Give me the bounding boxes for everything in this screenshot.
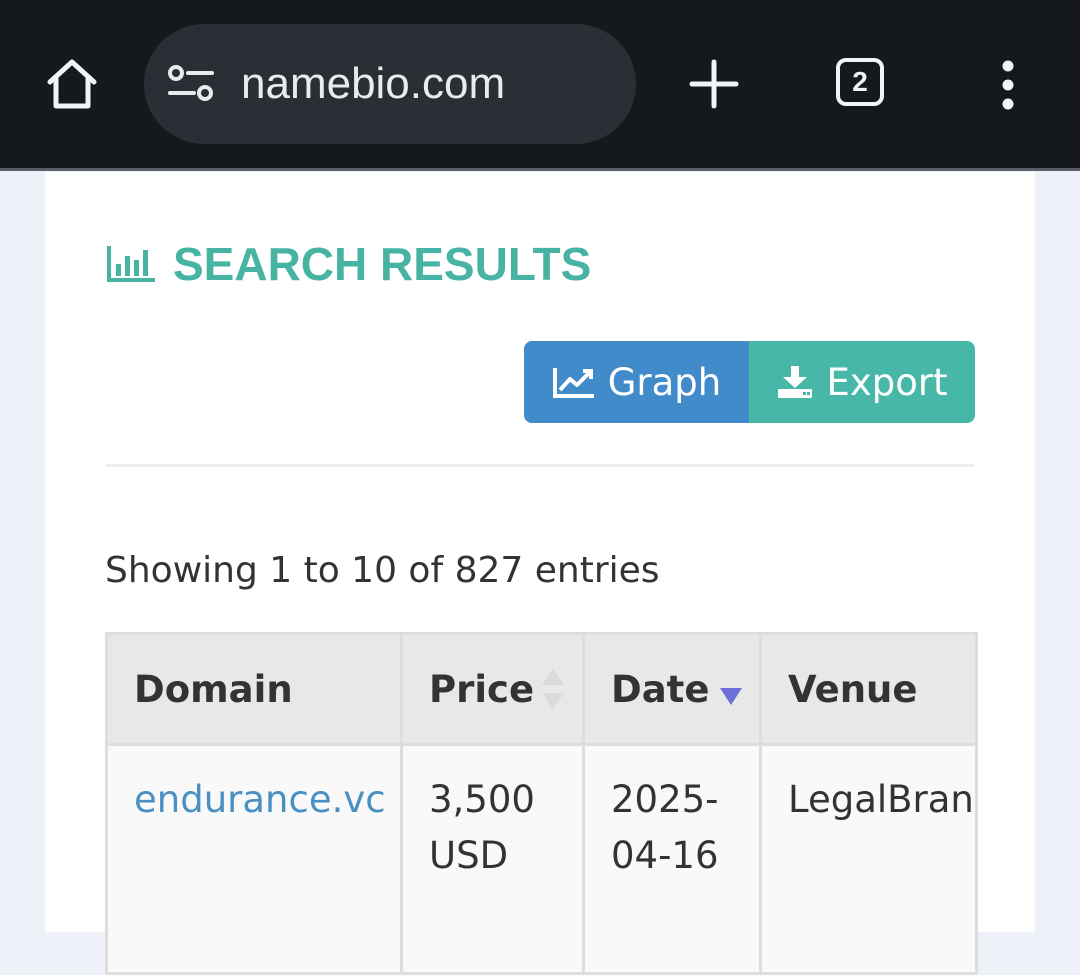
tab-switcher-button[interactable]: 2 [836,58,884,106]
date-part-1: 2025- [611,778,719,821]
home-icon[interactable] [42,54,102,114]
graph-button[interactable]: Graph [524,341,749,423]
download-icon [778,366,813,398]
column-header-price[interactable]: Price [400,632,585,746]
domain-cell: endurance.vc [105,743,403,975]
page-title: SEARCH RESULTS [105,234,591,294]
graph-button-label: Graph [607,360,722,404]
price-cell: 3,500 USD [400,743,585,975]
toolbar-divider [0,168,1080,171]
date-part-2: 04-16 [611,834,719,877]
sort-descending-icon [720,688,742,705]
results-card: SEARCH RESULTS Graph Export Showing 1 to… [45,172,1035,975]
url-text[interactable]: namebio.com [241,54,505,114]
action-buttons: Graph Export [524,341,975,423]
venue-text: LegalBrand [788,778,977,821]
price-amount: 3,500 [429,778,535,821]
page-title-text: SEARCH RESULTS [173,238,592,290]
sort-unsorted-icon [542,669,564,709]
date-cell: 2025- 04-16 [582,743,762,975]
section-divider [105,464,975,467]
address-bar[interactable]: namebio.com [144,24,636,144]
entries-info: Showing 1 to 10 of 827 entries [105,550,660,591]
menu-icon[interactable] [992,58,1024,114]
price-currency: USD [429,834,509,877]
export-button[interactable]: Export [749,341,975,423]
table-header-row: Domain Price Date Venue [105,632,978,746]
tab-count: 2 [852,66,868,97]
browser-toolbar: namebio.com 2 [0,0,1080,168]
bar-chart-icon [107,246,155,282]
venue-cell: LegalBrand [759,743,978,975]
domain-link[interactable]: endurance.vc [134,778,386,821]
column-header-venue[interactable]: Venue [759,632,978,746]
results-table: Domain Price Date Venue endurance.vc 3,5… [105,632,978,975]
new-tab-icon[interactable] [686,56,742,112]
column-header-domain[interactable]: Domain [105,632,403,746]
table-row: endurance.vc 3,500 USD 2025- 04-16 Legal… [105,743,978,975]
site-info-icon[interactable] [166,64,216,104]
column-header-date[interactable]: Date [582,632,762,746]
line-chart-icon [552,368,594,398]
export-button-label: Export [826,360,948,404]
